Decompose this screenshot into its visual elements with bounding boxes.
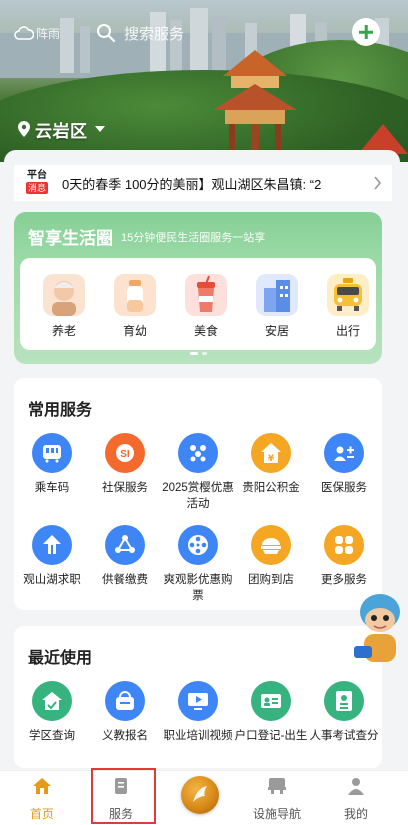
carousel-dots bbox=[190, 352, 207, 355]
meal-payment-icon bbox=[105, 525, 145, 565]
service-tab-highlight bbox=[91, 768, 156, 824]
tab-home[interactable]: 首页 bbox=[7, 777, 77, 822]
cherry-blossom-icon bbox=[178, 433, 218, 473]
job-search-icon bbox=[32, 525, 72, 565]
add-button[interactable] bbox=[352, 18, 380, 46]
recent-household-register[interactable]: 户口登记-出生 bbox=[233, 681, 309, 744]
center-logo-button[interactable] bbox=[181, 776, 219, 814]
pagoda-image bbox=[213, 50, 297, 158]
housing-fund-icon: ¥ bbox=[251, 433, 291, 473]
location-pin-icon bbox=[18, 121, 30, 137]
recent-exam-score[interactable]: 人事考试查分 bbox=[306, 681, 382, 744]
home-icon bbox=[33, 778, 51, 794]
more-services-icon bbox=[324, 525, 364, 565]
service-social-security[interactable]: SI 社保服务 bbox=[87, 433, 163, 496]
bus-card-icon bbox=[32, 433, 72, 473]
social-security-icon: SI bbox=[105, 433, 145, 473]
recent-title: 最近使用 bbox=[28, 650, 93, 667]
service-housing-fund[interactable]: ¥ 贵阳公积金 bbox=[233, 433, 309, 496]
service-job-search[interactable]: 观山湖求职 bbox=[14, 525, 90, 588]
enrollment-icon bbox=[105, 681, 145, 721]
tab-profile[interactable]: 我的 bbox=[321, 777, 391, 822]
life-item-housing[interactable]: 安居 bbox=[249, 274, 305, 339]
drink-icon bbox=[185, 274, 227, 316]
taxi-icon bbox=[327, 274, 369, 316]
household-register-icon bbox=[251, 681, 291, 721]
school-district-icon bbox=[32, 681, 72, 721]
life-circle-subtitle: 15分钟便民生活圈服务一站享 bbox=[121, 232, 266, 244]
tab-facility-nav[interactable]: 设施导航 bbox=[242, 777, 312, 822]
svg-text:SI: SI bbox=[120, 449, 130, 460]
weather-text: 阵雨 bbox=[36, 27, 61, 41]
common-services-section: 常用服务 乘车码 SI 社保服务 2025赏樱优惠活动 ¥ 贵阳公积金 医保服务 bbox=[14, 378, 382, 610]
weather-cloud-icon bbox=[14, 26, 34, 40]
hero-banner: 阵雨 搜索服务 云岩区 bbox=[0, 0, 408, 162]
film-reel-icon bbox=[178, 525, 218, 565]
search-input[interactable]: 搜索服务 bbox=[124, 23, 184, 44]
life-circle-card: 智享生活圈 15分钟便民生活圈服务一站享 养老 育幼 美食 安居 出行 bbox=[14, 212, 382, 364]
chevron-right-icon[interactable] bbox=[373, 176, 382, 190]
recent-enrollment[interactable]: 义教报名 bbox=[87, 681, 163, 744]
baby-bottle-icon bbox=[114, 274, 156, 316]
medical-insurance-icon bbox=[324, 433, 364, 473]
service-cherry-blossom[interactable]: 2025赏樱优惠活动 bbox=[160, 433, 236, 512]
profile-icon bbox=[348, 778, 364, 795]
location-label: 云岩区 bbox=[35, 121, 88, 141]
service-bus-card[interactable]: 乘车码 bbox=[14, 433, 90, 496]
recent-section: 最近使用 学区查询 义教报名 职业培训视频 户口登记-出生 人事考试查分 bbox=[14, 626, 382, 768]
news-text: 0天的春季 100分的美丽】观山湖区朱昌镇: “2 bbox=[62, 176, 322, 192]
training-video-icon bbox=[178, 681, 218, 721]
life-circle-items: 养老 育幼 美食 安居 出行 bbox=[20, 258, 376, 350]
service-group-buy[interactable]: 团购到店 bbox=[233, 525, 309, 588]
group-buy-icon bbox=[251, 525, 291, 565]
life-item-childcare[interactable]: 育幼 bbox=[107, 274, 163, 339]
location-selector[interactable]: 云岩区 bbox=[18, 118, 105, 141]
life-item-travel[interactable]: 出行 bbox=[320, 274, 376, 339]
service-movie-tickets[interactable]: 爽观影优惠购票 bbox=[160, 525, 236, 604]
recent-school-district[interactable]: 学区查询 bbox=[14, 681, 90, 744]
recent-training-video[interactable]: 职业培训视频 bbox=[160, 681, 236, 744]
life-item-elderly[interactable]: 养老 bbox=[36, 274, 92, 339]
service-more[interactable]: 更多服务 bbox=[306, 525, 382, 588]
life-item-food[interactable]: 美食 bbox=[178, 274, 234, 339]
exam-score-icon bbox=[324, 681, 364, 721]
service-meal-payment[interactable]: 供餐缴费 bbox=[87, 525, 163, 588]
life-circle-title: 智享生活圈 bbox=[28, 229, 113, 248]
search-icon[interactable] bbox=[96, 23, 116, 43]
dropdown-arrow-icon bbox=[94, 126, 105, 132]
facility-nav-icon bbox=[268, 778, 286, 794]
mascot-image[interactable] bbox=[350, 590, 408, 674]
platform-news-badge: 平台 消息 bbox=[25, 170, 48, 194]
brand-logo-icon bbox=[193, 786, 207, 802]
building-icon bbox=[256, 274, 298, 316]
svg-text:¥: ¥ bbox=[268, 454, 275, 464]
service-medical-insurance[interactable]: 医保服务 bbox=[306, 433, 382, 496]
news-ticker[interactable]: 平台 消息 0天的春季 100分的美丽】观山湖区朱昌镇: “2 bbox=[14, 165, 392, 201]
common-services-title: 常用服务 bbox=[28, 402, 93, 419]
elderly-icon bbox=[43, 274, 85, 316]
